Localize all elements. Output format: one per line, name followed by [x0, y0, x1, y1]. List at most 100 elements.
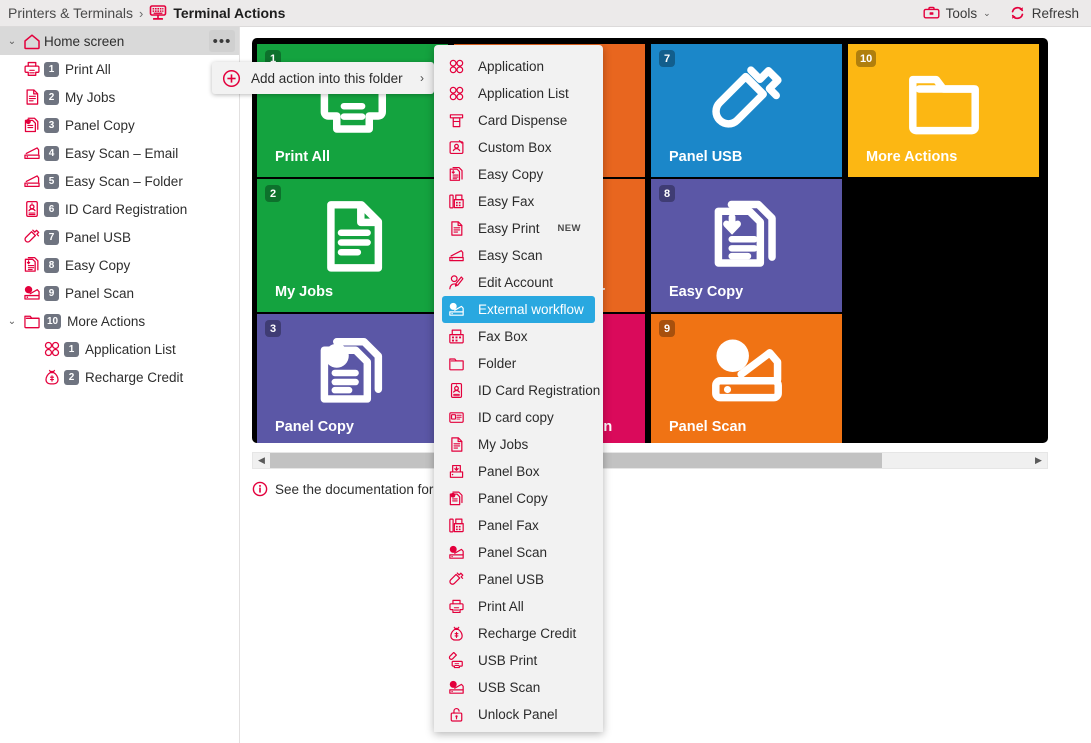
- usb-icon: [446, 571, 466, 588]
- menu-item-unlock-panel[interactable]: Unlock Panel: [434, 701, 603, 728]
- refresh-button[interactable]: Refresh: [1009, 5, 1079, 21]
- menu-item-folder[interactable]: Folder: [434, 350, 603, 377]
- tile-label: Print All: [275, 149, 330, 165]
- menu-item-label: Fax Box: [478, 329, 528, 344]
- sidebar-item-index: 1: [44, 62, 59, 77]
- sidebar-item-easy-copy[interactable]: 8Easy Copy: [0, 251, 239, 279]
- menu-item-panel-usb[interactable]: Panel USB: [434, 566, 603, 593]
- document-icon: [257, 193, 448, 278]
- usbprint-icon: [446, 652, 466, 669]
- menu-item-fax-box[interactable]: Fax Box: [434, 323, 603, 350]
- refresh-icon: [1009, 5, 1026, 21]
- menu-item-card-dispense[interactable]: Card Dispense: [434, 107, 603, 134]
- sidebar-item-recharge-credit[interactable]: 2Recharge Credit: [0, 363, 239, 391]
- menu-item-easy-print[interactable]: Easy PrintNEW: [434, 215, 603, 242]
- sidebar-item-label: Home screen: [44, 34, 124, 49]
- sidebar-item-print-all[interactable]: 1Print All: [0, 55, 239, 83]
- breadcrumb: Printers & Terminals ›: [0, 5, 285, 21]
- menu-item-usb-scan[interactable]: USB Scan: [434, 674, 603, 701]
- panelscan-icon: [446, 301, 466, 318]
- editaccount-icon: [446, 274, 466, 291]
- moneybag-icon: [446, 625, 466, 642]
- chevron-down-icon[interactable]: ⌄: [4, 36, 20, 47]
- sidebar-item-easy-scan-folder[interactable]: 5Easy Scan – Folder: [0, 167, 239, 195]
- sidebar-item-panel-copy[interactable]: 3Panel Copy: [0, 111, 239, 139]
- sidebar-item-label: My Jobs: [65, 90, 115, 105]
- document-icon: [20, 88, 44, 106]
- menu-item-easy-fax[interactable]: Easy Fax: [434, 188, 603, 215]
- sidebar-item-label: Panel USB: [65, 230, 131, 245]
- tile-panel-scan[interactable]: 9Panel Scan: [651, 314, 842, 443]
- scrollbar-track[interactable]: [270, 453, 1030, 468]
- menu-item-panel-box[interactable]: Panel Box: [434, 458, 603, 485]
- sidebar-item-id-card-registration[interactable]: 6ID Card Registration: [0, 195, 239, 223]
- menu-item-application-list[interactable]: Application List: [434, 80, 603, 107]
- menu-item-panel-fax[interactable]: Panel Fax: [434, 512, 603, 539]
- menu-item-label: ID Card Registration: [478, 383, 600, 398]
- menu-item-my-jobs[interactable]: My Jobs: [434, 431, 603, 458]
- page-title: Terminal Actions: [173, 5, 285, 21]
- sidebar-item-home-screen[interactable]: ⌄ Home screen •••: [0, 27, 239, 55]
- sidebar-item-label: More Actions: [67, 314, 145, 329]
- sidebar-item-index: 4: [44, 146, 59, 161]
- documentation-note: See the documentation for d: [252, 481, 445, 497]
- menu-item-label: External workflow: [478, 302, 584, 317]
- toolbox-icon: [923, 6, 940, 21]
- sidebar-item-application-list[interactable]: 1Application List: [0, 335, 239, 363]
- breadcrumb-link-printers-terminals[interactable]: Printers & Terminals: [8, 5, 133, 21]
- easyfax-icon: [446, 193, 466, 210]
- menu-item-easy-scan[interactable]: Easy Scan: [434, 242, 603, 269]
- menu-item-panel-copy[interactable]: Panel Copy: [434, 485, 603, 512]
- tile-my-jobs[interactable]: 2My Jobs: [257, 179, 448, 312]
- folder-icon: [446, 355, 466, 372]
- menu-item-custom-box[interactable]: Custom Box: [434, 134, 603, 161]
- faxbox-icon: [446, 328, 466, 345]
- custombox-icon: [446, 139, 466, 156]
- tile-panel-copy[interactable]: 3Panel Copy: [257, 314, 448, 443]
- sidebar-item-easy-scan-email[interactable]: 4 Easy Scan – Email: [0, 139, 239, 167]
- menu-item-application[interactable]: Application: [434, 53, 603, 80]
- sidebar-item-more-actions[interactable]: ⌄10More Actions: [0, 307, 239, 335]
- sidebar-more-options-button[interactable]: •••: [209, 30, 235, 52]
- tile-more-actions[interactable]: 10More Actions: [848, 44, 1039, 177]
- menu-item-id-card-registration[interactable]: ID Card Registration: [434, 377, 603, 404]
- menu-item-label: Recharge Credit: [478, 626, 576, 641]
- sidebar-item-panel-usb[interactable]: 7Panel USB: [0, 223, 239, 251]
- sidebar-item-index: 6: [44, 202, 59, 217]
- menu-item-edit-account[interactable]: Edit Account: [434, 269, 603, 296]
- tile-label: Panel USB: [669, 149, 742, 165]
- sidebar-item-index: 9: [44, 286, 59, 301]
- menu-item-label: Print All: [478, 599, 524, 614]
- sidebar-item-index: 5: [44, 174, 59, 189]
- sidebar-item-my-jobs[interactable]: 2 My Jobs: [0, 83, 239, 111]
- add-action-into-folder-button[interactable]: Add action into this folder ›: [212, 62, 434, 94]
- sidebar-item-index: 2: [44, 90, 59, 105]
- tile-easy-copy[interactable]: 8Easy Copy: [651, 179, 842, 312]
- scroll-right-arrow-icon[interactable]: ▶: [1030, 453, 1047, 468]
- menu-item-recharge-credit[interactable]: Recharge Credit: [434, 620, 603, 647]
- scroll-left-arrow-icon[interactable]: ◀: [253, 453, 270, 468]
- printer-icon: [446, 598, 466, 615]
- menu-item-external-workflow[interactable]: External workflow: [442, 296, 595, 323]
- tools-button[interactable]: Tools ⌄: [923, 6, 991, 21]
- tile-panel-usb[interactable]: 7Panel USB: [651, 44, 842, 177]
- sidebar-item-label: Panel Copy: [65, 118, 135, 133]
- menu-item-label: Panel Copy: [478, 491, 548, 506]
- topbar: Printers & Terminals ›: [0, 0, 1091, 27]
- apps-icon: [446, 85, 466, 102]
- menu-item-print-all[interactable]: Print All: [434, 593, 603, 620]
- menu-item-easy-copy[interactable]: Easy Copy: [434, 161, 603, 188]
- chevron-down-icon[interactable]: ⌄: [4, 316, 20, 327]
- menu-item-id-card-copy[interactable]: ID card copy: [434, 404, 603, 431]
- document-icon: [446, 220, 466, 237]
- panelscan-icon: [446, 679, 466, 696]
- menu-item-label: Panel USB: [478, 572, 544, 587]
- menu-item-label: USB Print: [478, 653, 537, 668]
- sidebar-item-panel-scan[interactable]: 9Panel Scan: [0, 279, 239, 307]
- menu-item-usb-print[interactable]: USB Print: [434, 647, 603, 674]
- tile-label: My Jobs: [275, 284, 333, 300]
- horizontal-scrollbar[interactable]: ◀ ▶: [252, 452, 1048, 469]
- menu-item-panel-scan[interactable]: Panel Scan: [434, 539, 603, 566]
- sidebar-item-label: Easy Scan – Email: [65, 146, 178, 161]
- scanner-icon: [20, 172, 44, 190]
